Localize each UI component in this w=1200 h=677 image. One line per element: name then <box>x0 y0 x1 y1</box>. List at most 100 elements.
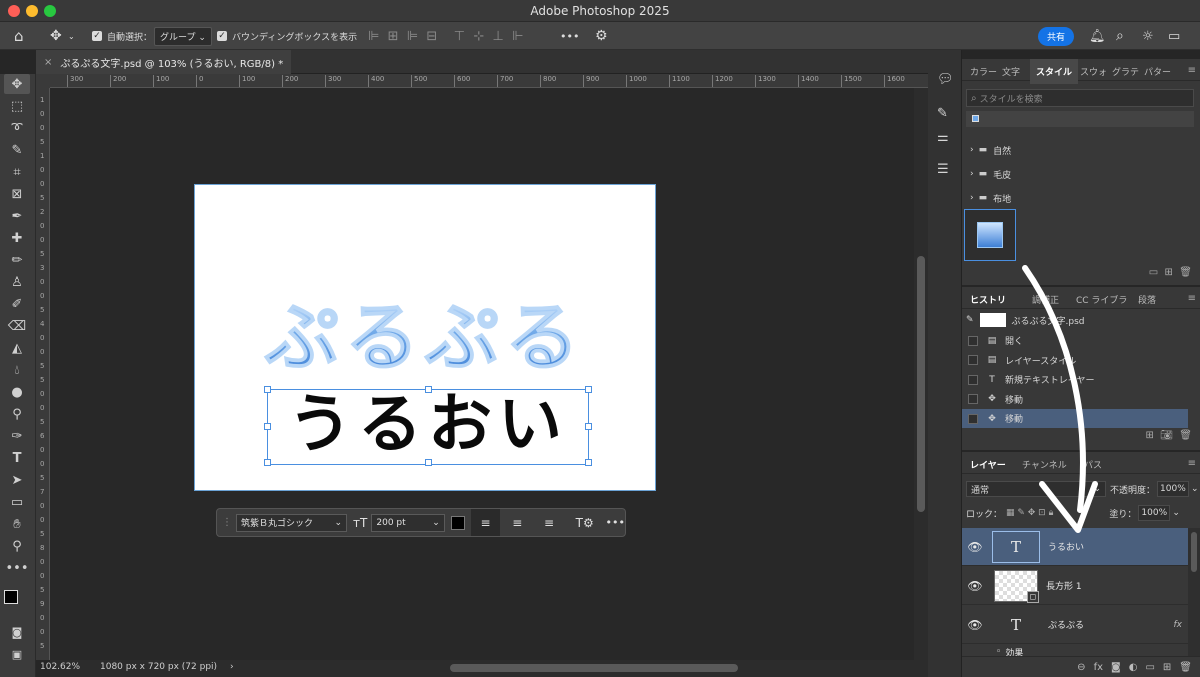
font-size-dropdown[interactable]: 200 pt ⌄ <box>371 513 445 532</box>
paint-bucket-tool-icon[interactable]: ◭ <box>4 338 30 358</box>
panel-tab[interactable]: 段落 <box>1138 293 1156 306</box>
gear-icon[interactable]: ⚙ <box>595 22 608 50</box>
panel-tab[interactable]: パター <box>1144 65 1171 78</box>
show-bbox-checkbox[interactable]: ✓ バウンディングボックスを表示 <box>217 22 357 50</box>
align-buttons[interactable]: ⊫ ⊞ ⊫ ⊟ ⊤ ⊹ ⊥ ⊩ <box>368 22 523 50</box>
move-tool-icon[interactable]: ✥ <box>4 74 30 94</box>
brush-settings-icon[interactable]: ✎ <box>937 106 948 121</box>
history-checkbox[interactable] <box>968 394 978 404</box>
auto-select-dropdown[interactable]: グループ ⌄ <box>154 22 212 50</box>
layers-scrollbar[interactable] <box>1188 528 1200 656</box>
history-checkbox[interactable] <box>968 355 978 365</box>
close-tab-icon[interactable]: × <box>44 57 52 68</box>
history-item[interactable]: T 新規テキストレイヤー <box>962 370 1188 389</box>
chevron-right-icon[interactable]: › <box>970 145 974 155</box>
history-snapshot[interactable]: ✎ ぷるぷる文字.psd <box>962 312 1200 328</box>
panel-tab[interactable]: カラー <box>970 65 997 78</box>
comments-icon[interactable]: 💬︎ <box>937 72 954 87</box>
crop-tool-icon[interactable]: ⌗ <box>4 162 30 182</box>
chevron-down-icon[interactable]: ⌄ <box>1172 508 1180 518</box>
panel-menu-icon[interactable]: ≡ <box>1188 293 1196 304</box>
eraser-tool-icon[interactable]: ⌫ <box>4 316 30 336</box>
panel-tab[interactable]: チャンネル <box>1022 458 1067 471</box>
panel-tab[interactable]: スウォ <box>1080 65 1107 78</box>
layer-row[interactable]: 👁︎ ◻ 長方形 1 <box>962 567 1188 605</box>
align-right-icon[interactable]: ≡ <box>534 516 564 530</box>
lightbulb-icon[interactable]: ☼ <box>1142 22 1154 50</box>
drag-handle-icon[interactable]: ⋮ <box>222 517 232 528</box>
fill-input[interactable]: 100% <box>1138 505 1171 521</box>
panel-tab[interactable]: グラテ <box>1112 65 1139 78</box>
layer-row[interactable]: 👁︎ T うるおい <box>962 528 1188 566</box>
history-checkbox[interactable] <box>968 335 978 346</box>
layer-mask-icon[interactable]: ◙ <box>1111 662 1121 673</box>
align-left-icon[interactable]: ≡ <box>470 509 501 536</box>
more-options-button[interactable]: ••• <box>606 516 625 529</box>
zoom-level[interactable]: 102.62% <box>40 662 80 672</box>
eye-icon[interactable]: 👁︎ <box>962 618 988 632</box>
link-layers-icon[interactable]: ⊖ <box>1077 662 1085 673</box>
panel-tab[interactable]: 調補正 <box>1032 293 1059 306</box>
eye-icon[interactable]: 👁︎ <box>962 540 988 554</box>
hand-tool-icon[interactable]: ✋︎ <box>4 514 30 534</box>
zoom-tool-icon[interactable]: ⚲ <box>4 536 30 556</box>
panel-menu-icon[interactable]: ≡ <box>1188 65 1196 76</box>
style-folder[interactable]: › ▬ 布地 <box>962 189 1200 207</box>
scroll-thumb[interactable] <box>917 256 925 512</box>
style-search-input[interactable]: ⌕ スタイルを検索 <box>966 89 1194 107</box>
move-tool-icon[interactable]: ✥ <box>50 22 62 50</box>
workspace-icon[interactable]: ▭ <box>1168 22 1180 50</box>
auto-select-checkbox[interactable]: ✓ 自動選択： <box>92 22 152 50</box>
style-folder[interactable]: › ▬ 毛皮 <box>962 165 1200 183</box>
frame-tool-icon[interactable]: ⊠ <box>4 184 30 204</box>
foreground-color-swatch[interactable] <box>4 590 18 604</box>
clone-stamp-tool-icon[interactable]: ♙ <box>4 272 30 292</box>
history-footer-icons[interactable]: ⊞ 📷︎ 🗑︎ <box>1146 430 1192 441</box>
properties-icon[interactable]: ⚌ <box>937 130 949 145</box>
share-button[interactable]: 共有 <box>1038 22 1075 50</box>
lasso-tool-icon[interactable]: ➰︎ <box>4 118 30 138</box>
panel-tab[interactable]: パス <box>1084 458 1102 471</box>
zoom-small-tool-icon[interactable]: ⚲ <box>4 404 30 424</box>
trash-icon[interactable]: 🗑︎ <box>1179 662 1192 673</box>
healing-brush-tool-icon[interactable]: ✚ <box>4 228 30 248</box>
chevron-right-icon[interactable]: › <box>970 193 974 203</box>
chevron-right-icon[interactable]: › <box>970 169 974 179</box>
history-checkbox[interactable] <box>968 413 978 424</box>
panel-tab[interactable]: スタイル <box>1030 59 1079 84</box>
dodge-tool-icon[interactable]: ● <box>4 382 30 402</box>
pen-tool-icon[interactable]: ✑ <box>4 426 30 446</box>
quick-select-tool-icon[interactable]: ✎ <box>4 140 30 160</box>
lock-icons[interactable]: ▦ ✎ ✥ ⊡ 🔒︎ <box>1006 508 1053 518</box>
blend-mode-dropdown[interactable]: 通常 ⌄ <box>966 481 1106 497</box>
chevron-right-icon[interactable]: › <box>230 662 234 672</box>
adjustments-icon[interactable]: ☰ <box>937 162 949 177</box>
home-icon[interactable]: ⌂ <box>14 22 24 50</box>
brush-tool-icon[interactable]: ✏ <box>4 250 30 270</box>
more-options-button[interactable]: ••• <box>560 22 579 50</box>
panel-tab[interactable]: ヒストリ <box>970 293 1006 306</box>
opacity-input[interactable]: 100% <box>1157 481 1190 497</box>
history-item[interactable]: ▤ 開く <box>962 331 1188 350</box>
panel-tab[interactable]: レイヤー <box>970 458 1006 471</box>
panel-tab[interactable]: CC ライブラ <box>1076 293 1127 306</box>
history-item[interactable]: ✥ 移動 <box>962 390 1188 409</box>
marquee-tool-icon[interactable]: ⬚ <box>4 96 30 116</box>
screen-mode-icon[interactable]: ▣ <box>4 644 30 664</box>
adjustment-layer-icon[interactable]: ◐ <box>1129 662 1138 673</box>
text-color-swatch[interactable] <box>450 515 465 530</box>
document-tab[interactable]: × ぷるぷる文字.psd @ 103% (うるおい, RGB/8) * <box>36 50 292 74</box>
history-item[interactable]: ▤ レイヤースタイル <box>962 351 1188 370</box>
align-center-icon[interactable]: ≡ <box>502 516 532 530</box>
edit-toolbar-icon[interactable]: ••• <box>4 558 30 578</box>
selected-style-thumbnail[interactable] <box>964 209 1016 261</box>
fx-icon[interactable]: fx <box>1174 620 1183 630</box>
vertical-scrollbar[interactable] <box>914 88 928 660</box>
new-layer-icon[interactable]: ⊞ <box>1163 662 1171 673</box>
history-item[interactable]: ✥ 移動 <box>962 409 1188 428</box>
path-select-tool-icon[interactable]: ➤ <box>4 470 30 490</box>
style-folder[interactable]: › ▬ 自然 <box>962 141 1200 159</box>
styles-footer-icons[interactable]: ▭ ⊞ 🗑︎ <box>1149 267 1192 278</box>
scroll-thumb[interactable] <box>450 664 738 672</box>
chevron-down-icon[interactable]: ⌄ <box>1191 484 1199 494</box>
